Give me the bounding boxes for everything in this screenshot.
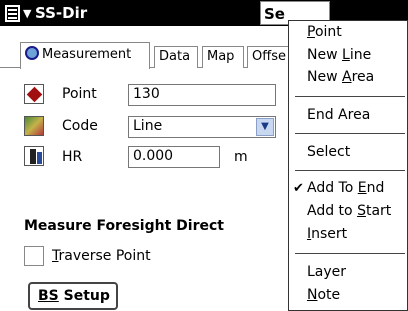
menu-item-end-area[interactable]: End Area [307, 107, 370, 123]
code-value: Line [133, 118, 163, 134]
tab-measurement-label: Measurement [42, 47, 132, 62]
chevron-down-icon[interactable]: ▼ [256, 118, 274, 136]
context-menu: Point New Line New Area End Area Select … [288, 20, 408, 311]
app-title: SS-Dir [35, 4, 88, 22]
traverse-point-label[interactable]: Traverse Point [52, 248, 151, 264]
menu-item-note[interactable]: Note [307, 287, 340, 303]
menu-item-new-line[interactable]: New Line [307, 47, 371, 63]
checkmark-icon: ✔ [293, 181, 304, 196]
menu-item-new-area[interactable]: New Area [307, 69, 374, 85]
menu-separator [295, 133, 405, 134]
hr-unit: m [234, 149, 248, 165]
menu-separator [295, 253, 405, 254]
hr-label: HR [62, 149, 83, 165]
point-diamond-icon [24, 84, 44, 104]
menu-item-point[interactable]: Point [307, 24, 342, 40]
globe-icon [25, 46, 39, 60]
tab-map[interactable]: Map [202, 46, 244, 68]
traverse-point-checkbox[interactable] [24, 246, 44, 266]
point-input[interactable]: 130 [128, 84, 276, 106]
chevron-down-icon: ▼ [23, 6, 32, 20]
code-icon [24, 116, 44, 136]
tab-data[interactable]: Data [154, 46, 198, 68]
menu-item-select[interactable]: Select [307, 144, 350, 160]
point-label: Point [62, 86, 97, 102]
menu-separator [295, 96, 405, 97]
code-select[interactable]: Line ▼ [128, 116, 276, 138]
bs-setup-button[interactable]: BS Setup [28, 282, 118, 310]
code-label: Code [62, 118, 98, 134]
menu-separator [295, 170, 405, 171]
menu-item-add-to-end[interactable]: Add To End [307, 180, 384, 196]
menu-item-insert[interactable]: Insert [307, 226, 347, 242]
tab-measurement[interactable]: Measurement [20, 42, 150, 69]
menu-item-add-to-start[interactable]: Add to Start [307, 203, 391, 219]
instrument-height-icon [24, 146, 44, 166]
hr-input[interactable]: 0.000 [128, 146, 220, 168]
menu-item-layer[interactable]: Layer [307, 264, 346, 280]
section-label: Measure Foresight Direct [24, 218, 224, 234]
start-menu-icon [5, 4, 20, 22]
